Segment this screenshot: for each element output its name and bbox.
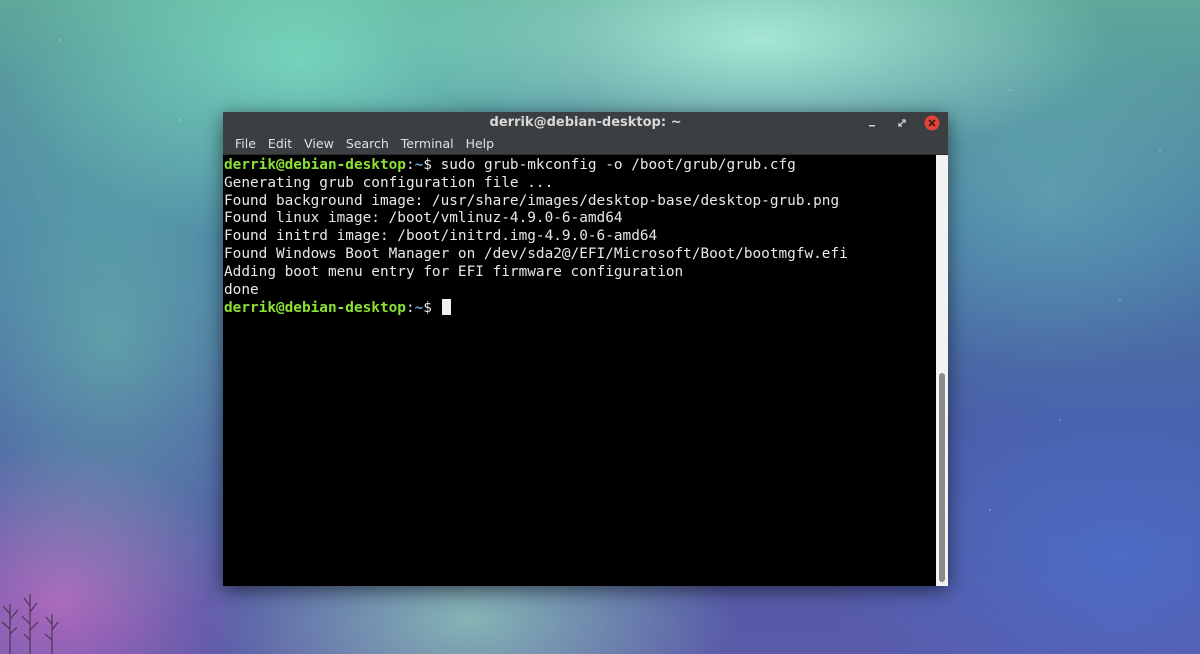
tree-silhouette [1,594,59,654]
current-prompt-line: derrik@debian-desktop:~$ [224,299,936,317]
title-bar[interactable]: derrik@debian-desktop: ~ [223,112,948,134]
close-icon[interactable] [924,115,940,131]
menu-bar: File Edit View Search Terminal Help [223,134,948,155]
menu-help[interactable]: Help [460,134,501,154]
prompt-user: derrik@debian-desktop [224,157,406,173]
prompt-separator: : [405,300,415,317]
prompt-symbol: $ [423,300,441,317]
output-line: Found linux image: /boot/vmlinuz-4.9.0-6… [224,210,623,227]
window-title: derrik@debian-desktop: ~ [489,115,682,130]
output-line: Adding boot menu entry for EFI firmware … [224,263,684,280]
output-line: Found initrd image: /boot/initrd.img-4.9… [224,228,658,245]
minimize-icon[interactable] [864,115,880,131]
output-line: done [224,281,259,298]
prompt-user: derrik@debian-desktop [224,300,406,317]
menu-search[interactable]: Search [340,134,395,154]
menu-terminal[interactable]: Terminal [395,134,460,154]
prompt-symbol: $ [423,157,441,173]
output-line: Found Windows Boot Manager on /dev/sda2@… [224,245,848,262]
prompt-separator: : [405,157,415,173]
restore-icon[interactable] [894,115,910,131]
terminal-window[interactable]: derrik@debian-desktop: ~ File Edit View … [223,112,948,586]
menu-file[interactable]: File [229,134,262,154]
window-controls [864,115,940,131]
command-text: sudo grub-mkconfig -o /boot/grub/grub.cf… [440,157,796,173]
menu-edit[interactable]: Edit [262,134,298,154]
output-line: Generating grub configuration file ... [224,174,554,191]
prompt-path: ~ [414,157,424,173]
output-line: Found background image: /usr/share/image… [224,192,840,209]
terminal-output-area[interactable]: derrik@debian-desktop:~$ sudo grub-mkcon… [223,155,936,586]
command-line: derrik@debian-desktop:~$ sudo grub-mkcon… [224,157,936,175]
vertical-scrollbar[interactable] [936,155,948,586]
menu-view[interactable]: View [298,134,340,154]
prompt-path: ~ [414,300,424,317]
text-cursor [441,299,451,316]
scrollbar-thumb[interactable] [939,373,945,582]
